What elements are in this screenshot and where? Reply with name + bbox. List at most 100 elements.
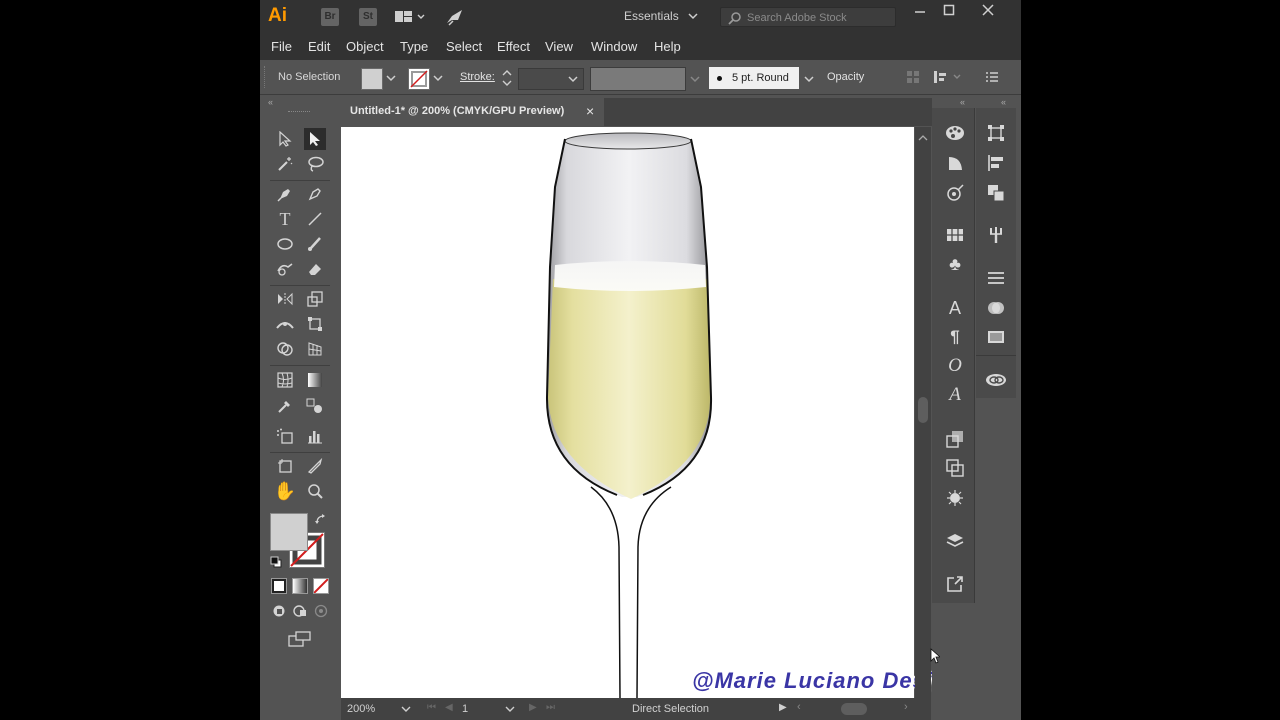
creative-cloud-libraries-icon[interactable]	[984, 368, 1008, 392]
vertical-scroll-thumb[interactable]	[918, 397, 928, 423]
color-palette-icon[interactable]	[943, 121, 967, 145]
free-transform-tool-icon[interactable]	[304, 313, 326, 335]
paintbrush-tool-icon[interactable]	[304, 233, 326, 255]
draw-inside-icon[interactable]	[314, 604, 328, 621]
brushes-icon[interactable]	[984, 223, 1008, 247]
reflect-tool-icon[interactable]	[274, 288, 296, 310]
menu-select[interactable]: Select	[446, 39, 482, 54]
glyphs-icon[interactable]: A	[943, 383, 967, 407]
artboard-tool-icon[interactable]	[274, 455, 296, 477]
next-artboard-icon[interactable]: ▶	[529, 702, 537, 713]
transform-panel-icon[interactable]	[984, 121, 1008, 145]
chevron-down-icon[interactable]	[505, 704, 515, 716]
minimize-button[interactable]	[914, 5, 926, 20]
image-panel-icon[interactable]	[984, 325, 1008, 349]
menu-help[interactable]: Help	[654, 39, 681, 54]
layers-icon[interactable]	[943, 529, 967, 553]
opentype-icon[interactable]: O	[943, 354, 967, 378]
default-colors-icon[interactable]	[270, 556, 282, 571]
color-mode-button[interactable]	[271, 578, 287, 594]
width-tool-icon[interactable]	[274, 313, 296, 335]
collapse-dock-icon[interactable]: «	[1001, 97, 1006, 107]
menu-object[interactable]: Object	[346, 39, 384, 54]
scroll-right-icon[interactable]: ›	[904, 701, 908, 713]
artboard-number[interactable]: 1	[462, 703, 468, 715]
column-graph-tool-icon[interactable]	[304, 425, 326, 447]
line-segment-tool-icon[interactable]	[304, 208, 326, 230]
champagne-glass-artwork[interactable]	[341, 127, 914, 698]
control-bar-grip[interactable]	[264, 66, 268, 88]
gradient-tool-icon[interactable]	[304, 369, 326, 391]
draw-behind-icon[interactable]	[293, 604, 307, 621]
gradient-panel-icon[interactable]	[984, 296, 1008, 320]
stock-search-input[interactable]: Search Adobe Stock	[720, 7, 896, 27]
bridge-button[interactable]: Br	[321, 8, 339, 26]
symbol-sprayer-tool-icon[interactable]	[274, 425, 296, 447]
shaper-tool-icon[interactable]	[274, 258, 296, 280]
send-feedback-icon[interactable]	[444, 6, 466, 31]
eraser-tool-icon[interactable]	[304, 258, 326, 280]
color-guide-icon[interactable]	[943, 151, 967, 175]
stroke-swatch[interactable]	[408, 68, 430, 90]
scale-tool-icon[interactable]	[304, 288, 326, 310]
opacity-link[interactable]: Opacity	[827, 71, 864, 83]
draw-normal-icon[interactable]	[272, 604, 286, 621]
panel-menu-icon[interactable]	[985, 71, 999, 86]
change-screen-mode-icon[interactable]	[288, 631, 312, 650]
menu-file[interactable]: File	[271, 39, 292, 54]
collapse-dock-icon[interactable]: «	[960, 97, 965, 107]
stock-button[interactable]: St	[359, 8, 377, 26]
hand-tool-icon[interactable]: ✋	[274, 480, 296, 502]
menu-edit[interactable]: Edit	[308, 39, 330, 54]
export-icon[interactable]	[943, 572, 967, 596]
chevron-down-icon[interactable]	[568, 73, 578, 87]
vertical-scrollbar[interactable]	[915, 127, 931, 698]
perspective-grid-tool-icon[interactable]	[304, 338, 326, 360]
close-window-button[interactable]	[982, 4, 994, 19]
align-grid-icon[interactable]	[906, 70, 920, 87]
chevron-down-icon[interactable]	[386, 72, 396, 86]
stroke-panel-link[interactable]: Stroke:	[460, 71, 495, 83]
collapse-tools-icon[interactable]: «	[268, 97, 273, 107]
variable-width-profile[interactable]	[590, 67, 686, 91]
menu-window[interactable]: Window	[591, 39, 637, 54]
zoom-level[interactable]: 200%	[347, 703, 375, 715]
menu-effect[interactable]: Effect	[497, 39, 530, 54]
first-artboard-icon[interactable]: ⏮	[427, 702, 436, 713]
type-tool-icon[interactable]: T	[274, 208, 296, 230]
tools-grip[interactable]	[288, 111, 310, 115]
lasso-tool-icon[interactable]	[304, 153, 326, 175]
pen-tool-icon[interactable]	[274, 183, 296, 205]
status-menu-icon[interactable]: ▶	[779, 702, 787, 713]
align-icon[interactable]	[984, 151, 1008, 175]
chevron-down-icon[interactable]	[804, 73, 814, 87]
direct-selection-tool-icon[interactable]	[304, 128, 326, 150]
swatches-icon[interactable]	[943, 223, 967, 247]
horizontal-scroll-thumb[interactable]	[841, 703, 867, 715]
scroll-left-icon[interactable]: ‹	[797, 701, 801, 713]
previous-artboard-icon[interactable]: ◀	[445, 702, 453, 713]
stroke-weight-stepper[interactable]	[501, 67, 513, 92]
menu-type[interactable]: Type	[400, 39, 428, 54]
magic-wand-tool-icon[interactable]	[274, 153, 296, 175]
pathfinder-panel-icon[interactable]	[984, 181, 1008, 205]
gradient-mode-button[interactable]	[292, 578, 308, 594]
none-mode-button[interactable]	[313, 578, 329, 594]
shape-builder-tool-icon[interactable]	[274, 338, 296, 360]
stroke-panel-icon[interactable]	[984, 266, 1008, 290]
curvature-tool-icon[interactable]	[304, 183, 326, 205]
pathfinder-icon[interactable]	[943, 456, 967, 480]
graphic-styles-icon[interactable]	[943, 486, 967, 510]
paragraph-icon[interactable]: ¶	[943, 325, 967, 349]
symbols-icon[interactable]: ♣	[943, 252, 967, 276]
arrange-documents-icon[interactable]	[394, 8, 426, 29]
transform-icon[interactable]	[932, 69, 964, 88]
appearance-icon[interactable]	[943, 181, 967, 205]
scroll-up-icon[interactable]	[918, 131, 928, 145]
menu-view[interactable]: View	[545, 39, 573, 54]
brush-definition[interactable]: 5 pt. Round	[709, 67, 799, 89]
fill-color-front[interactable]	[270, 513, 308, 551]
document-tab[interactable]: Untitled-1* @ 200% (CMYK/GPU Preview) ×	[342, 98, 604, 126]
maximize-button[interactable]	[943, 4, 955, 19]
slice-tool-icon[interactable]	[304, 455, 326, 477]
